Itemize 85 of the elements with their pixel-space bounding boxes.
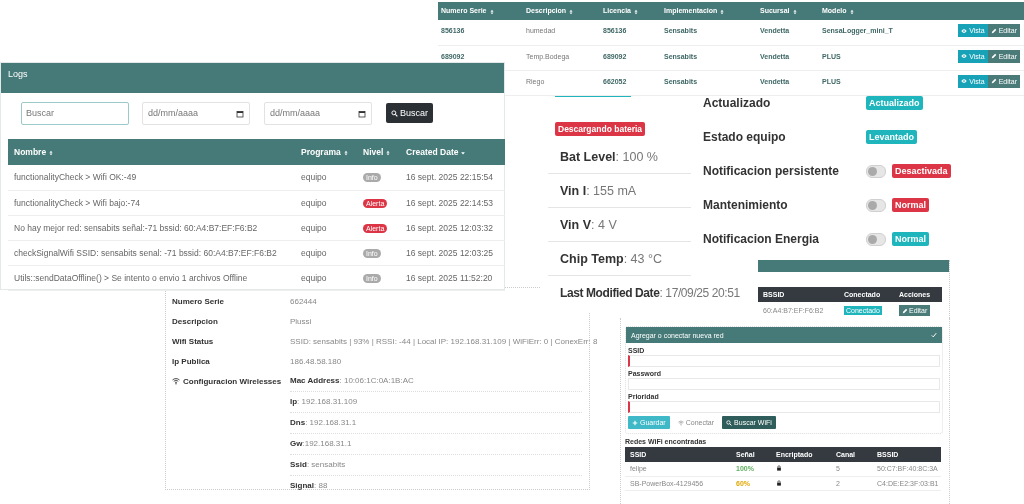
status-badge: Desactivada [892, 164, 951, 178]
input-field[interactable] [628, 355, 940, 367]
eye-icon [961, 53, 968, 59]
status-badge: Actualizado [866, 96, 923, 110]
field-value: 662444 [290, 296, 317, 306]
table-cell: No hay mejor red: sensabits señal:-71 bssid: 60:A4:B7:EF:F6:B2 [14, 222, 258, 233]
pencil-icon [902, 307, 908, 314]
column-header[interactable]: Programa [295, 139, 357, 165]
field-value: Signal: 88 [290, 480, 329, 492]
table-cell: equipo [301, 222, 327, 233]
date-field[interactable]: dd/mm/aaaa [264, 101, 372, 125]
table-cell: 16 sept. 2025 12:03:32 [406, 222, 493, 233]
table-cell: functionalityCheck > Wifi bajo:-74 [14, 197, 140, 208]
status-badge: Normal [892, 232, 929, 246]
status-badge: Normal [892, 198, 929, 212]
field-value: Ssid: sensabits [290, 455, 582, 476]
field-label: Ip Publica [171, 356, 211, 366]
search-icon [391, 109, 398, 117]
toggle-switch[interactable] [866, 198, 886, 212]
table-cell: equipo [301, 247, 327, 258]
column-header[interactable]: Created Date [400, 139, 505, 165]
search-button[interactable]: Buscar [386, 103, 433, 123]
field-value: Mac Address: 10:06:1C:0A:1B:AC [290, 371, 582, 392]
status-badge: Levantado [866, 130, 917, 144]
sort-icon [791, 8, 798, 15]
field-value: Ip: 192.168.31.109 [290, 392, 582, 413]
field-value: Gw:192.168.31.1 [290, 434, 582, 455]
field-label: Wifi Status [171, 336, 215, 346]
setting-label: Actualizado [703, 96, 772, 110]
plus-icon [632, 419, 638, 426]
sort-down-icon [460, 149, 467, 156]
setting-label: Notificacion persistente [703, 164, 841, 178]
sort-icon [848, 8, 855, 15]
reading-text: Chip Temp: 43 °C [548, 242, 691, 276]
toggle-switch[interactable] [866, 232, 886, 246]
table-cell: 16 sept. 2025 22:14:53 [406, 197, 493, 208]
pencil-icon [990, 78, 997, 84]
field-label: Descripcion [171, 316, 219, 326]
status-badge: Descargando bateria [555, 122, 646, 136]
field-label: Configuracion Wirelesses [183, 376, 282, 386]
table-cell: 16 sept. 2025 11:52:20 [406, 272, 493, 283]
table-cell: functionalityCheck > Wifi OK:-49 [14, 172, 137, 183]
date-field[interactable]: dd/mm/aaaa [142, 101, 250, 125]
sort-icon [48, 149, 55, 156]
wifi-icon [677, 419, 684, 426]
toggle-switch[interactable] [866, 164, 886, 178]
check-icon [931, 332, 937, 338]
sort-icon [568, 8, 575, 15]
search-field[interactable]: Buscar [21, 101, 129, 125]
field-value: 186.48.58.180 [290, 356, 342, 366]
setting-label: Notificacion Energia [703, 232, 821, 246]
setting-label: Estado equipo [703, 130, 787, 144]
wifi-icon [172, 377, 180, 385]
input-field[interactable] [628, 401, 940, 413]
eye-icon [961, 78, 968, 84]
table-cell: 16 sept. 2025 12:03:25 [406, 247, 493, 258]
sort-icon [633, 8, 639, 15]
field-label: Numero Serie [171, 296, 226, 306]
calendar-icon [358, 109, 366, 118]
reading-text: Last Modified Date: 17/09/25 20:51 [559, 285, 740, 302]
table-cell: equipo [301, 272, 327, 283]
setting-label: Mantenimiento [703, 198, 789, 212]
reading-text: Vin I: 155 mA [548, 174, 691, 208]
table-cell: checkSignalWifi SSID: sensabits senal: -71 bssid: 60:A4:B7:EF:F6:B2 [14, 247, 277, 258]
reading-text: Vin V: 4 V [548, 208, 691, 242]
sort-icon [488, 8, 495, 15]
column-header[interactable]: Nivel [357, 139, 400, 165]
table-cell: 16 sept. 2025 22:15:54 [406, 172, 493, 183]
panel-title: Logs [8, 69, 28, 79]
sort-icon [719, 8, 726, 15]
table-cell: equipo [301, 197, 327, 208]
pencil-icon [990, 53, 997, 59]
eye-icon [961, 27, 968, 34]
field-value: Dns: 192.168.31.1 [290, 413, 582, 434]
table-cell: equipo [301, 172, 327, 183]
column-header[interactable]: Nombre [8, 139, 295, 165]
calendar-icon [236, 109, 244, 118]
table-cell: Utils::sendDataOffline() > Se intento o envio 1 archivos Offline [14, 272, 248, 283]
pencil-icon [990, 27, 997, 34]
search-icon [726, 419, 733, 426]
sort-icon [385, 149, 392, 156]
sort-icon [342, 149, 349, 156]
reading-text: Bat Level: 100 % [548, 140, 691, 174]
field-value: SSID: sensabits | 93% | RSSI: -44 | Local IP: 192.168.31.109 | WiFiErr: 0 | ConexErr: 8 [290, 336, 598, 346]
field-value: Plussi [290, 316, 312, 326]
